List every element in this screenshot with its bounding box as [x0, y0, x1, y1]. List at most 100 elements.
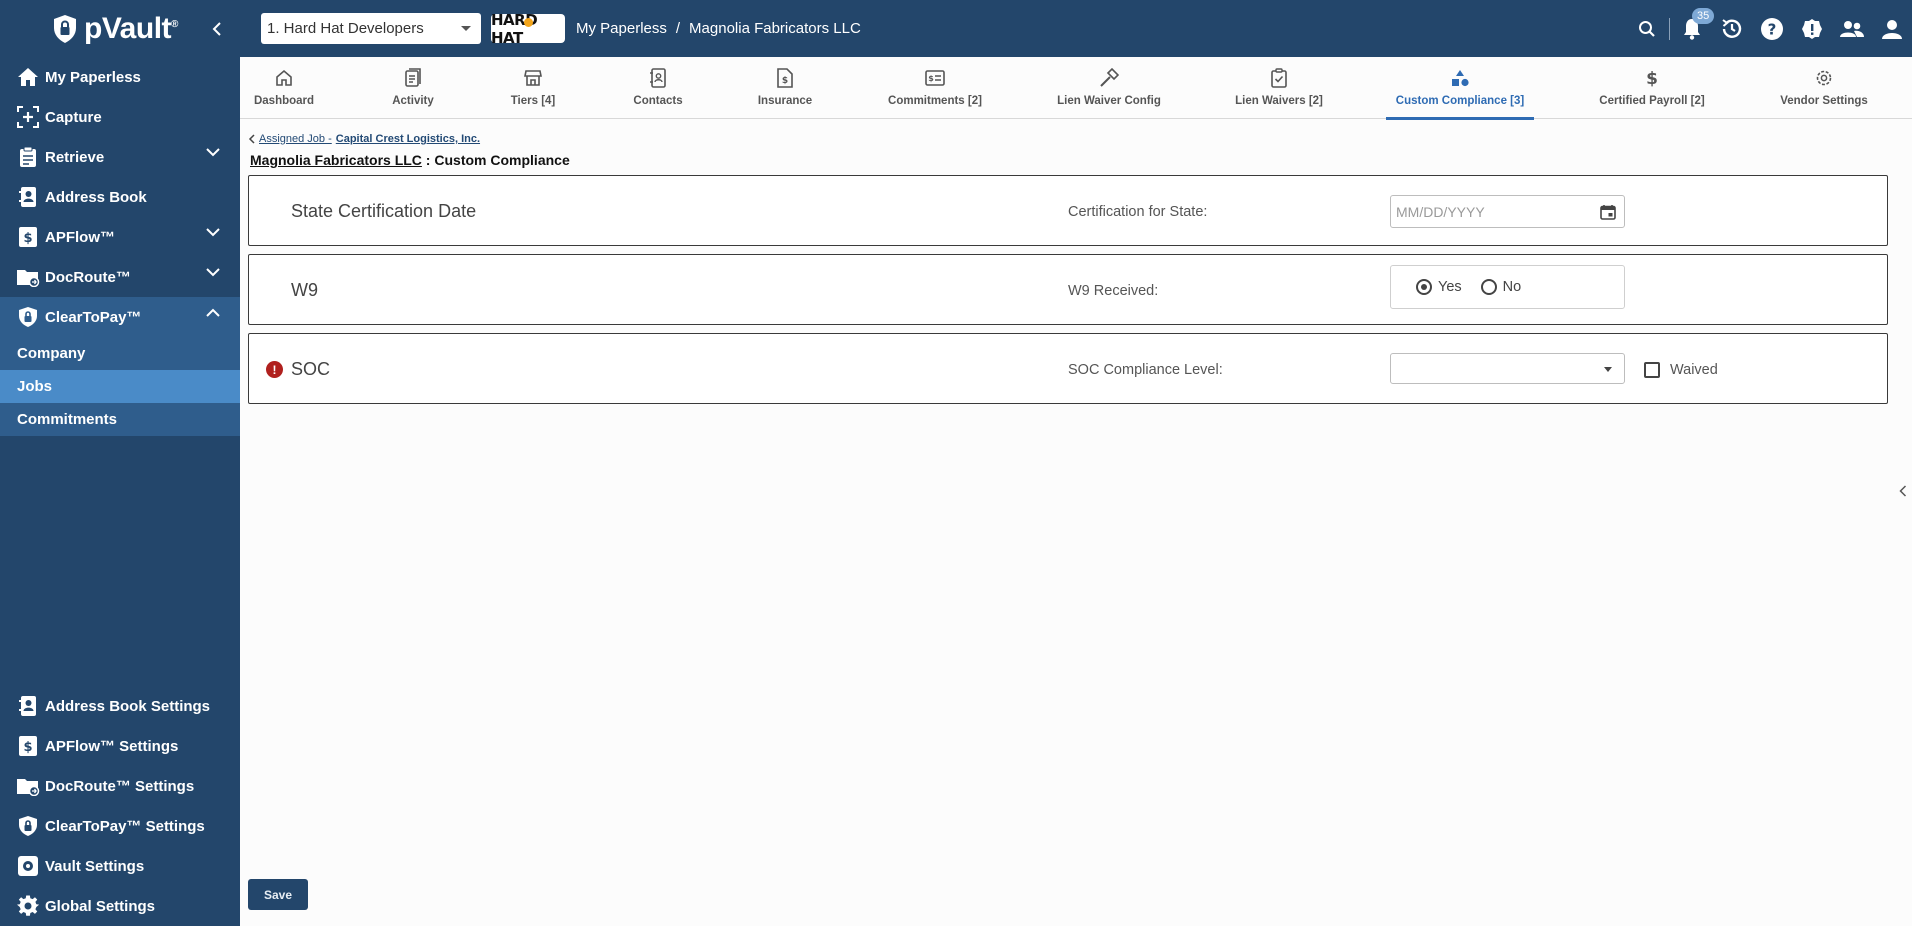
sidebar-item-cleartopay-settings[interactable]: ClearToPay™ Settings [0, 806, 240, 846]
tab-dashboard[interactable]: Dashboard [254, 57, 314, 119]
bell-icon[interactable]: 35 [1672, 0, 1715, 57]
breadcrumb-separator: / [675, 20, 681, 37]
w9-no-radio[interactable]: No [1480, 279, 1521, 295]
svg-text:?: ? [1768, 20, 1777, 38]
sidebar: My Paperless Capture Retrieve Address Bo… [0, 57, 240, 926]
shield-lock-icon [16, 305, 40, 329]
sidebar-subitem-company[interactable]: Company [0, 337, 240, 370]
sidebar-subitem-commitments[interactable]: Commitments [0, 403, 240, 436]
folder-route-icon [16, 265, 40, 289]
radio-unchecked-icon [1480, 279, 1497, 295]
sidebar-subitem-jobs[interactable]: Jobs [0, 370, 240, 403]
chevron-left-icon [1899, 485, 1907, 497]
title-separator: : [421, 152, 435, 168]
sidebar-item-cleartopay[interactable]: ClearToPay™ [0, 297, 240, 337]
shapes-icon [1450, 66, 1470, 90]
sidebar-item-label: APFlow™ Settings [45, 737, 179, 755]
sidebar-item-label: Address Book Settings [45, 697, 211, 715]
sidebar-item-label: APFlow™ [45, 228, 115, 246]
notification-badge: 35 [1692, 8, 1715, 24]
tab-tiers[interactable]: Tiers [4] [510, 57, 556, 119]
date-placeholder: MM/DD/YYYY [1396, 203, 1485, 220]
company-link[interactable]: Magnolia Fabricators LLC [250, 152, 422, 168]
calendar-icon[interactable] [1600, 204, 1616, 220]
tab-commitments[interactable]: $ Commitments [2] [888, 57, 982, 119]
organization-select[interactable]: 1. Hard Hat Developers [261, 13, 481, 44]
sidebar-item-docroute-settings[interactable]: DocRoute™ Settings [0, 766, 240, 806]
chevron-left-icon [248, 134, 255, 144]
side-panel-toggle[interactable] [1897, 482, 1909, 500]
sidebar-item-label: ClearToPay™ [45, 308, 142, 326]
commitment-icon: $ [925, 66, 945, 90]
chevron-down-icon [1604, 367, 1612, 372]
brand-name: pVault® [84, 11, 178, 45]
search-icon[interactable] [1627, 0, 1667, 57]
checkbox-unchecked-icon [1644, 361, 1660, 378]
sidebar-item-address-book[interactable]: Address Book [0, 177, 240, 217]
svg-text:$: $ [23, 231, 32, 246]
breadcrumb-my-paperless[interactable]: My Paperless [576, 20, 667, 37]
compliance-card-state-certification: State Certification Date Certification f… [248, 175, 1888, 246]
users-icon[interactable] [1832, 0, 1872, 57]
sidebar-item-label: My Paperless [45, 68, 141, 86]
svg-text:$: $ [782, 76, 788, 86]
profile-icon[interactable] [1872, 0, 1912, 57]
sidebar-item-label: Capture [45, 108, 102, 126]
home-icon [275, 66, 293, 90]
help-icon[interactable]: ? [1752, 0, 1792, 57]
sidebar-item-label: Global Settings [45, 897, 156, 915]
sidebar-item-capture[interactable]: Capture [0, 97, 240, 137]
tab-lien-waivers[interactable]: Lien Waivers [2] [1235, 57, 1323, 119]
capture-icon [16, 105, 40, 129]
chevron-down-icon[interactable] [206, 268, 220, 277]
tab-custom-compliance[interactable]: Custom Compliance [3] [1386, 57, 1534, 120]
gear-icon [16, 894, 40, 918]
sidebar-item-address-book-settings[interactable]: Address Book Settings [0, 686, 240, 726]
brand: pVault® [0, 0, 240, 57]
breadcrumb-company[interactable]: Magnolia Fabricators LLC [689, 20, 861, 37]
compliance-title: SOC [291, 359, 331, 379]
waived-checkbox[interactable]: Waived [1644, 334, 1718, 405]
soc-compliance-level-select[interactable] [1390, 353, 1625, 384]
compliance-title: W9 [291, 280, 318, 300]
svg-text:$: $ [23, 740, 32, 755]
compliance-label: SOC Compliance Level: [1068, 361, 1223, 378]
dollar-icon: $ [1646, 66, 1658, 90]
sidebar-item-my-paperless[interactable]: My Paperless [0, 57, 240, 97]
tab-vendor-settings[interactable]: Vendor Settings [1780, 57, 1868, 119]
chevron-down-icon [461, 26, 471, 31]
tab-certified-payroll[interactable]: $ Certified Payroll [2] [1599, 57, 1705, 119]
settings-badge-icon[interactable] [1792, 0, 1832, 57]
back-link-job: Capital Crest Logistics, Inc. [335, 133, 481, 145]
sidebar-item-apflow[interactable]: $ APFlow™ [0, 217, 240, 257]
sidebar-item-vault-settings[interactable]: Vault Settings [0, 846, 240, 886]
tab-lien-waiver-config[interactable]: Lien Waiver Config [1057, 57, 1161, 119]
sidebar-item-docroute[interactable]: DocRoute™ [0, 257, 240, 297]
tab-insurance[interactable]: $ Insurance [758, 57, 812, 119]
svg-text:$: $ [1646, 69, 1658, 88]
sidebar-item-global-settings[interactable]: Global Settings [0, 886, 240, 926]
page-title: Magnolia Fabricators LLC : Custom Compli… [250, 152, 570, 168]
sidebar-collapse-button[interactable] [204, 16, 230, 42]
sidebar-item-apflow-settings[interactable]: $ APFlow™ Settings [0, 726, 240, 766]
history-icon[interactable] [1712, 0, 1752, 57]
sidebar-item-retrieve[interactable]: Retrieve [0, 137, 240, 177]
clipboard-icon [404, 66, 422, 90]
tab-contacts[interactable]: Contacts [633, 57, 683, 119]
sidebar-item-label: DocRoute™ [45, 268, 131, 286]
chevron-down-icon[interactable] [206, 228, 220, 237]
w9-yes-radio[interactable]: Yes [1416, 279, 1462, 295]
gear-icon [1814, 66, 1834, 90]
insurance-doc-icon: $ [777, 66, 793, 90]
chevron-up-icon[interactable] [206, 308, 220, 317]
save-button[interactable]: Save [248, 879, 308, 910]
compliance-title: State Certification Date [291, 201, 477, 221]
certification-date-input[interactable]: MM/DD/YYYY [1390, 195, 1625, 228]
tab-activity[interactable]: Activity [390, 57, 436, 119]
dollar-doc-icon: $ [16, 225, 40, 249]
address-book-icon [16, 694, 40, 718]
back-to-assigned-job-link[interactable]: Assigned Job - Capital Crest Logistics, … [248, 133, 480, 145]
chevron-down-icon[interactable] [206, 148, 220, 157]
shield-lock-icon [16, 814, 40, 838]
sidebar-item-label: ClearToPay™ Settings [45, 817, 205, 835]
